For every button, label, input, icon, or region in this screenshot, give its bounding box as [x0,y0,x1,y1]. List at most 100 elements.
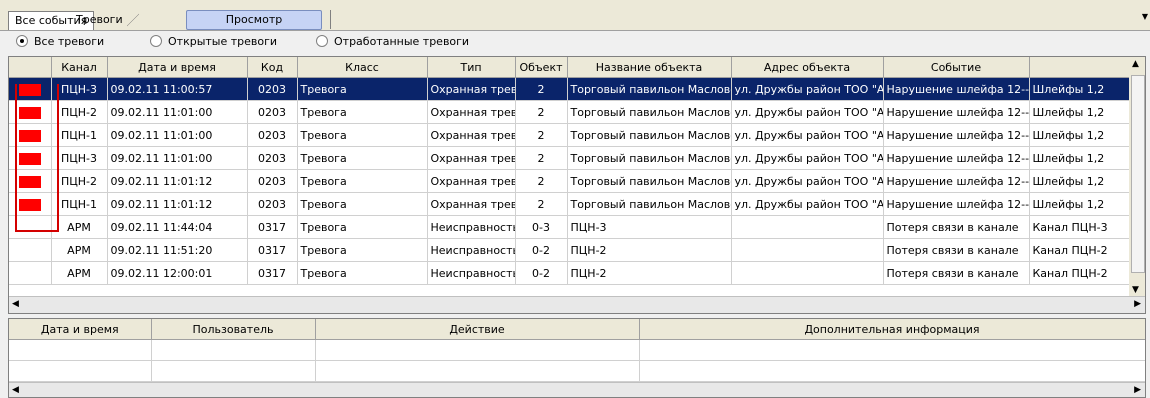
col-user[interactable]: Пользователь [151,319,316,340]
actions-table: Дата и время Пользователь Действие Допол… [8,318,1146,398]
alarm-status-icon [18,129,41,142]
cell-event: Потеря связи в канале [883,215,1030,239]
scroll-right-icon[interactable]: ▶ [1134,297,1141,311]
cell-object: 0-3 [515,215,568,239]
scroll-up-icon[interactable]: ▲ [1132,57,1139,71]
cell-indicator [9,123,52,147]
cell-code: 0203 [247,192,298,216]
cell-code: 0317 [247,215,298,239]
cell-datetime: 09.02.11 11:51:20 [107,238,248,262]
col-indicator[interactable] [9,57,52,78]
cell-type: Охранная тревога [427,100,516,124]
cell-type: Охранная тревога [427,192,516,216]
empty-row [9,360,1145,382]
filter-label: Отработанные тревоги [334,35,470,48]
cell-object-name: ПЦН-3 [567,215,732,239]
table-row[interactable]: ПЦН-3 09.02.11 11:01:00 0203 Тревога Охранна… [9,146,1145,170]
cell-class: Тревога [297,215,428,239]
cell-class: Тревога [297,100,428,124]
cell-indicator [9,215,52,239]
cell-class: Тревога [297,123,428,147]
cell-type: Охранная тревога [427,123,516,147]
scroll-left-icon[interactable]: ◀ [12,383,19,397]
cell-object: 2 [515,77,568,101]
cell-type: Охранная тревога [427,169,516,193]
vertical-scrollbar[interactable]: ▲ ▼ [1129,57,1145,313]
cell-channel: ПЦН-2 [51,100,108,124]
cell-datetime: 09.02.11 11:01:00 [107,100,248,124]
cell-object: 2 [515,123,568,147]
cell-indicator [9,77,52,101]
table-row[interactable]: ПЦН-1 09.02.11 11:01:12 0203 Тревога Охранна… [9,192,1145,216]
scroll-down-icon[interactable]: ▼ [1132,283,1139,297]
filter-all-alarms[interactable]: Все тревоги [16,35,104,49]
filter-handled-alarms[interactable]: Отработанные тревоги [316,35,469,49]
cell-event: Потеря связи в канале [883,238,1030,262]
cell-event: Нарушение шлейфа 12---- [883,100,1030,124]
cell-object-name: Торговый павильон Масловс [567,123,732,147]
tab-divider [330,10,331,29]
cell-class: Тревога [297,192,428,216]
col-channel[interactable]: Канал [51,57,108,78]
cell-class: Тревога [297,261,428,285]
cell-object-address [731,261,884,285]
filter-open-alarms[interactable]: Открытые тревоги [150,35,277,49]
cell-type: Охранная тревога [427,77,516,101]
table-row[interactable]: ПЦН-2 09.02.11 11:01:00 0203 Тревога Охранна… [9,100,1145,124]
table-row[interactable]: ПЦН-3 09.02.11 11:00:57 0203 Тревога Охранна… [9,77,1145,101]
cell-type: Охранная тревога [427,146,516,170]
col-object-name[interactable]: Название объекта [567,57,732,78]
radio-checked-icon [16,35,28,47]
col-class[interactable]: Класс [297,57,428,78]
cell-object: 2 [515,169,568,193]
alarm-filter-group: Все тревоги Открытые тревоги Отработанны… [0,31,1150,53]
col-object-address[interactable]: Адрес объекта [731,57,884,78]
cell-datetime: 09.02.11 11:01:12 [107,192,248,216]
cell-event: Нарушение шлейфа 12---- [883,123,1030,147]
table-row[interactable]: АРМ 09.02.11 11:51:20 0317 Тревога Неисправн… [9,238,1145,262]
cell-object: 0-2 [515,238,568,262]
empty-row [9,339,1145,361]
cell-object-name: ПЦН-2 [567,238,732,262]
table-row[interactable]: ПЦН-2 09.02.11 11:01:12 0203 Тревога Охранна… [9,169,1145,193]
col-type[interactable]: Тип [427,57,516,78]
cell-class: Тревога [297,77,428,101]
col-action-datetime[interactable]: Дата и время [9,319,152,340]
cell-code: 0203 [247,100,298,124]
col-datetime[interactable]: Дата и время [107,57,248,78]
cell-object-address [731,238,884,262]
cell-indicator [9,192,52,216]
col-extra-info[interactable]: Дополнительная информация [639,319,1145,340]
alarm-status-icon [18,152,41,165]
cell-object-name: ПЦН-2 [567,261,732,285]
scroll-thumb[interactable] [1131,75,1145,273]
scroll-right-icon[interactable]: ▶ [1134,383,1141,397]
table-row[interactable]: АРМ 09.02.11 12:00:01 0317 Тревога Неисправн… [9,261,1145,285]
dropdown-arrow-icon[interactable]: ▼ [1142,12,1148,21]
alarms-table: Канал Дата и время Код Класс Тип Объект … [8,56,1146,314]
view-button[interactable]: Просмотр [186,10,322,30]
col-action[interactable]: Действие [315,319,640,340]
cell-indicator [9,100,52,124]
radio-unchecked-icon [316,35,328,47]
cell-object-address: ул. Дружбы район ТОО "А [731,100,884,124]
cell-class: Тревога [297,146,428,170]
cell-object: 0-2 [515,261,568,285]
cell-channel: АРМ [51,238,108,262]
col-event[interactable]: Событие [883,57,1030,78]
cell-object-name: Торговый павильон Масловс [567,169,732,193]
cell-object-address: ул. Дружбы район ТОО "А [731,192,884,216]
col-code[interactable]: Код [247,57,298,78]
scroll-left-icon[interactable]: ◀ [12,297,19,311]
horizontal-scrollbar[interactable]: ◀ ▶ [9,382,1145,397]
cell-object-address [731,215,884,239]
horizontal-scrollbar[interactable]: ◀ ▶ [9,296,1145,313]
alarm-status-icon [18,175,41,188]
filter-label: Открытые тревоги [168,35,278,48]
cell-object-name: Торговый павильон Масловс [567,192,732,216]
col-object[interactable]: Объект [515,57,568,78]
table-row[interactable]: ПЦН-1 09.02.11 11:01:00 0203 Тревога Охранна… [9,123,1145,147]
table-row[interactable]: АРМ 09.02.11 11:44:04 0317 Тревога Неисправн… [9,215,1145,239]
tab-alarms[interactable]: Тревоги [70,11,139,29]
cell-object-name: Торговый павильон Масловс [567,77,732,101]
